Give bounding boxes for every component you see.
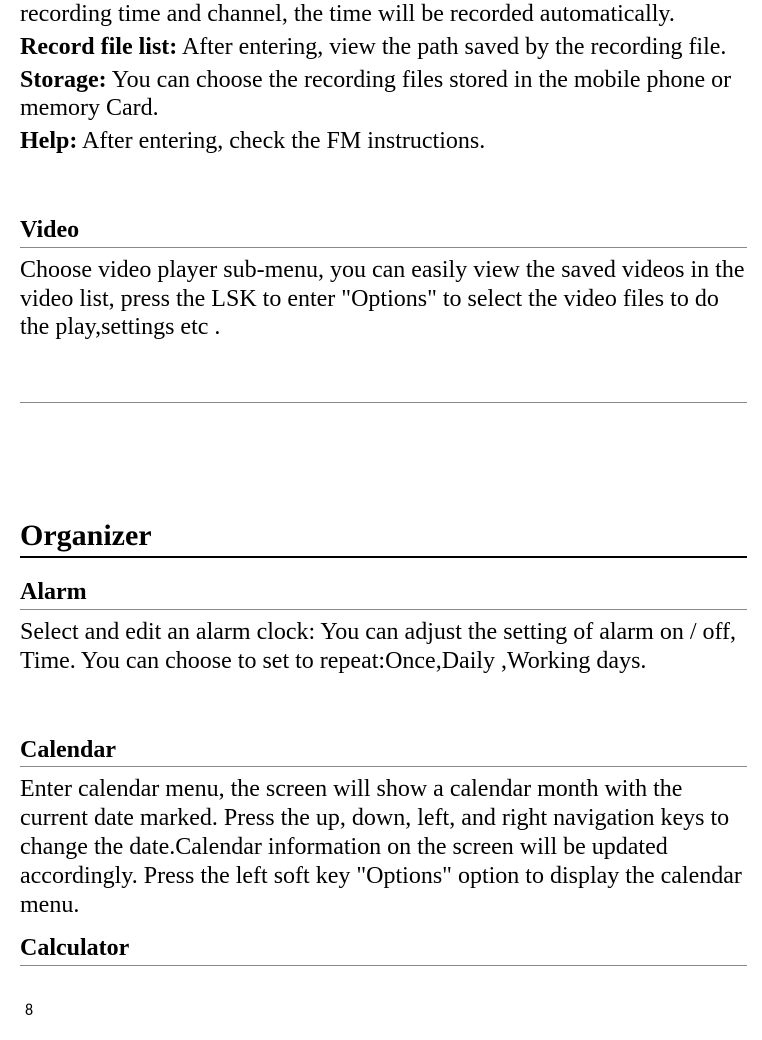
help-label: Help:: [20, 128, 77, 154]
help-text: After entering, check the FM instruction…: [77, 128, 485, 154]
record-file-list-label: Record file list:: [20, 34, 177, 60]
organizer-heading: Organizer: [20, 518, 747, 558]
alarm-body: Select and edit an alarm clock: You can …: [20, 618, 747, 676]
alarm-heading: Alarm: [20, 578, 747, 610]
storage-text: You can choose the recording files store…: [20, 67, 731, 122]
storage-label: Storage:: [20, 67, 107, 93]
record-file-list-para: Record file list: After entering, view t…: [20, 33, 747, 62]
video-body: Choose video player sub-menu, you can ea…: [20, 256, 747, 342]
page-number: 8: [25, 1001, 33, 1020]
video-heading: Video: [20, 216, 747, 248]
calendar-heading: Calendar: [20, 736, 747, 768]
intro-line: recording time and channel, the time wil…: [20, 0, 747, 29]
help-para: Help: After entering, check the FM instr…: [20, 127, 747, 156]
calendar-body: Enter calendar menu, the screen will sho…: [20, 775, 747, 919]
calculator-heading: Calculator: [20, 934, 747, 966]
storage-para: Storage: You can choose the recording fi…: [20, 66, 747, 124]
divider-line: [20, 402, 747, 403]
record-file-list-text: After entering, view the path saved by t…: [177, 34, 726, 60]
